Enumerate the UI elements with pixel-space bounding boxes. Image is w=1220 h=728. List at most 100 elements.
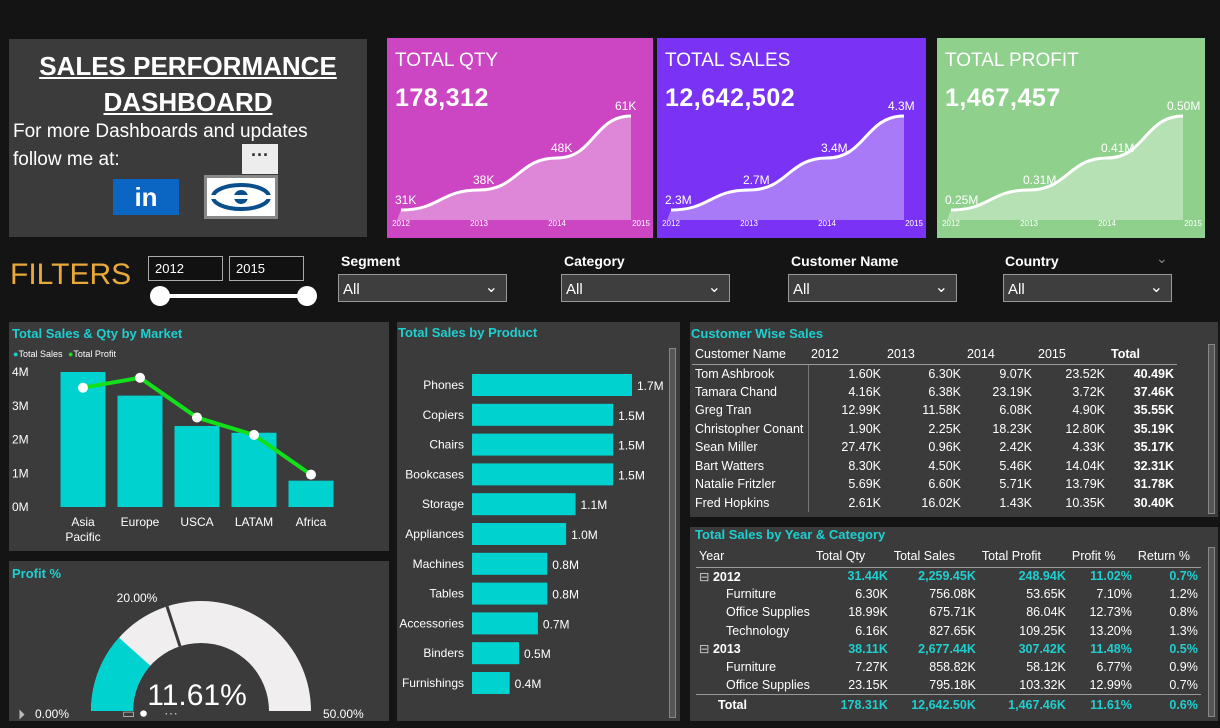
product-bar [472,463,614,486]
year-label: 2012 [712,569,741,584]
table-cell: 23.15K [848,677,888,692]
year-slider-track[interactable] [160,294,306,298]
year-scrollbar[interactable] [1208,547,1215,717]
table-cell: 756.08K [929,587,976,602]
table-cell: 12.73% [1089,605,1132,620]
table-row[interactable]: Furniture 7.27K 858.82K 58.12K 6.77% 0.9% [696,658,1201,676]
category-label: Category [564,253,625,269]
column-header[interactable]: 2013 [884,344,964,365]
segment-dropdown[interactable]: All ⌄ [338,274,507,302]
market-chart-svg: 4M 3M 2M 1M 0M AsiaPacific Europe USCA LATAM Afri… [12,365,334,544]
x-category-label: LATAM [235,515,273,529]
column-header[interactable]: Total Sales [890,545,979,568]
product-bar [472,552,548,575]
product-value-label: 0.4M [515,677,542,691]
category-dropdown[interactable]: All ⌄ [561,274,730,302]
column-header[interactable]: Customer Name [692,344,808,365]
market-bar [117,395,163,507]
comment-icon[interactable]: ▭ [122,705,135,722]
table-header-row: Customer Name 2012 2013 2014 2015 Total [692,344,1177,365]
y-tick-label: 1M [12,466,29,480]
sparkline-data-label: 2.7M [743,173,770,187]
year-slider-start-handle[interactable] [150,286,170,306]
follow-text-1: For more Dashboards and updates [13,121,308,142]
table-row[interactable]: Tom Ashbrook 1.60K 6.30K 9.07K 23.52K 40.49K [692,364,1177,383]
product-scrollbar[interactable] [669,348,676,718]
column-header[interactable]: Profit % [1068,545,1135,568]
more-icon[interactable]: ⋯ [164,705,178,722]
customer-dropdown[interactable]: All ⌄ [788,274,957,302]
product-bar [472,523,567,545]
table-cell: 6.16K [855,623,888,638]
table-cell: 795.18K [929,677,976,692]
table-row[interactable]: Sean Miller 27.47K 0.96K 2.42K 4.33K 35.17K [692,438,1177,457]
table-cell: 8.30K [848,458,881,473]
table-cell: 18.99K [848,605,888,620]
table-row[interactable]: Bart Watters 8.30K 4.50K 5.46K 14.04K 32.31K [692,456,1177,475]
table-cell: 23.52K [1065,366,1105,381]
table-cell: 858.82K [929,660,976,675]
year-table-title: Total Sales by Year & Category [695,527,886,542]
kpi-card-total-profit: 0.25M 0.31M 0.41M 0.50M 2012 2013 2014 2015 TOT… [937,38,1205,238]
more-options-button[interactable]: ··· [242,144,278,174]
sparkline-year-label: 2015 [632,219,650,228]
customer-scrollbar[interactable] [1208,344,1215,514]
eye-logo-icon[interactable] [204,175,278,219]
table-row[interactable]: Office Supplies 23.15K 795.18K 103.32K 12.99… [696,676,1201,694]
table-cell: 675.71K [929,605,976,620]
year-group-row[interactable]: ⊟ 2013 38.11K 2,677.44K 307.42K 11.48% 0.5% [696,640,1201,658]
column-header[interactable]: Total Profit [978,545,1069,568]
table-row[interactable]: Christopher Conant 1.90K 2.25K 18.23K 12.80K… [692,419,1177,438]
column-header[interactable]: Total Qty [812,545,891,568]
total-cell: 11.61% [1068,693,1135,715]
camera-icon[interactable]: ⏺ [140,705,147,722]
kpi-label: TOTAL PROFIT [945,50,1079,71]
table-cell: 6.30K [855,587,888,602]
table-cell: 0.9% [1169,660,1198,675]
table-row[interactable]: Technology 6.16K 827.65K 109.25K 13.20% 1.3% [696,622,1201,640]
chevron-down-icon: ⌄ [1149,279,1163,296]
table-row[interactable]: Fred Hopkins 2.61K 16.02K 1.43K 10.35K 30.40K [692,493,1177,512]
year-slider-end-handle[interactable] [297,286,317,306]
column-header[interactable]: 2012 [808,344,884,365]
year-from-input[interactable]: 2012 [148,256,223,281]
column-header[interactable]: Return % [1134,545,1201,568]
sparkline-data-label: 0.41M [1101,141,1134,155]
collapse-icon[interactable]: ⊟ [699,570,713,584]
play-icon[interactable]: ⏵ [18,706,25,723]
table-row[interactable]: Tamara Chand 4.16K 6.38K 23.19K 3.72K 37.46K [692,382,1177,401]
table-cell: 6.38K [928,384,961,399]
kpi-card-total-qty: 31K 38K 48K 61K 2012 2013 2014 2015 TOTAL QTY 1… [387,38,653,238]
table-cell: 35.19K [1133,421,1174,436]
table-cell: 12.99K [841,403,881,418]
chevron-down-icon[interactable]: ⌄ [1156,250,1168,267]
year-group-row[interactable]: ⊟ 2012 31.44K 2,259.45K 248.94K 11.02% 0.7% [696,567,1201,585]
total-cell: 0.6% [1134,693,1201,715]
filters-heading: FILTERS [10,258,132,291]
product-value-label: 0.7M [543,617,570,631]
table-row[interactable]: Natalie Fritzler 5.69K 6.60K 5.71K 13.79K 31.… [692,475,1177,494]
x-category-label: USCA [180,515,213,529]
collapse-icon[interactable]: ⊟ [699,642,713,656]
year-to-input[interactable]: 2015 [229,256,304,281]
column-header[interactable]: Total [1108,344,1177,365]
sparkline-data-label: 0.31M [1023,173,1056,187]
column-header[interactable]: Year [696,545,813,568]
table-cell: Bart Watters [692,456,809,475]
country-dropdown[interactable]: All ⌄ [1003,274,1172,302]
linkedin-icon[interactable]: in [113,179,179,215]
table-row[interactable]: Greg Tran 12.99K 11.58K 6.08K 4.90K 35.55K [692,401,1177,420]
table-cell: 4.33K [1072,440,1105,455]
country-value: All [1008,281,1025,298]
table-cell: 2,259.45K [918,569,976,584]
column-header[interactable]: 2014 [964,344,1035,365]
table-cell: 40.49K [1133,366,1174,381]
table-cell: 9.07K [999,366,1032,381]
table-row[interactable]: Office Supplies 18.99K 675.71K 86.04K 12.73%… [696,603,1201,621]
column-header[interactable]: 2015 [1035,344,1108,365]
row-label: Office Supplies [726,677,810,692]
table-row[interactable]: Furniture 6.30K 756.08K 53.65K 7.10% 1.2% [696,585,1201,603]
kpi-value: 1,467,457 [945,84,1061,112]
table-cell: 30.40K [1133,495,1174,510]
table-cell: 0.7% [1169,569,1198,584]
